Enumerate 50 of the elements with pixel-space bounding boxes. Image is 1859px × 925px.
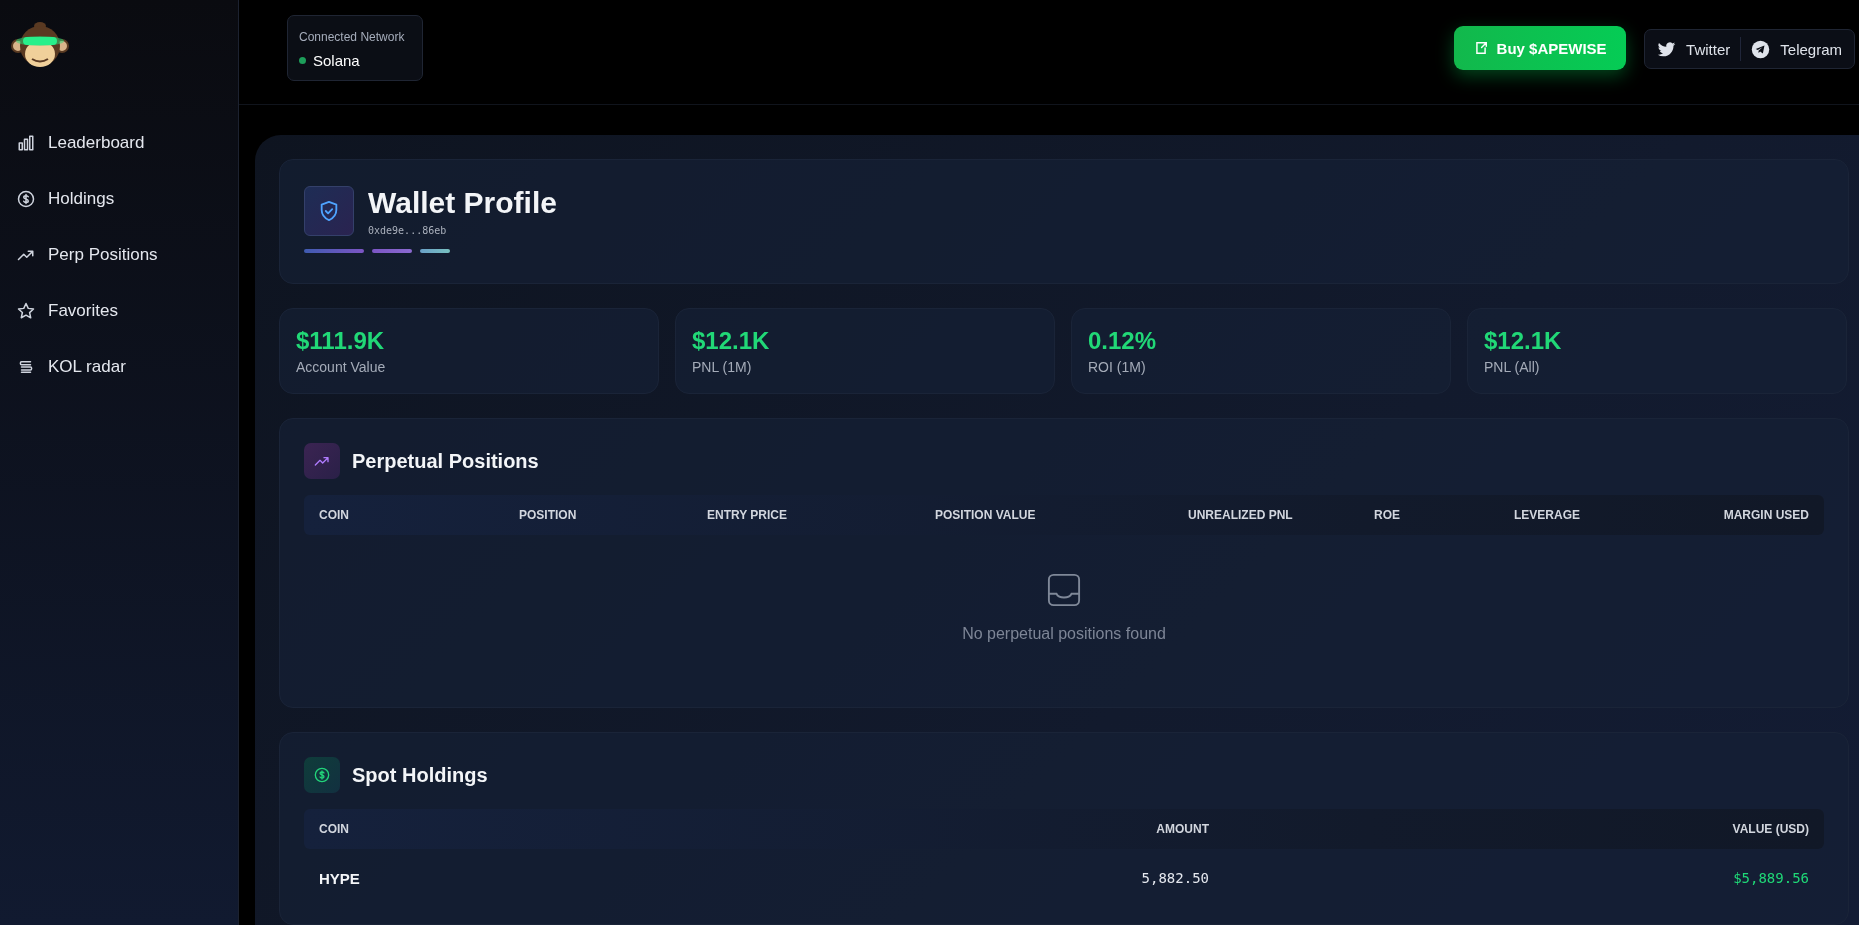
table-cell-text: 5,882.50 xyxy=(1140,870,1209,886)
bar-chart-icon xyxy=(17,134,35,152)
stat-label: Account Value xyxy=(296,359,387,375)
section-title: Perpetual Positions xyxy=(352,449,539,473)
sidebar-item[interactable]: Leaderboard xyxy=(10,115,210,171)
dollar-circle-icon xyxy=(314,767,330,783)
table-cell-text: $5,889.56 xyxy=(1732,870,1809,886)
accent-bar xyxy=(420,249,450,253)
status-dot xyxy=(299,57,306,64)
column-header: COIN xyxy=(319,508,350,522)
column-header: VALUE (USD) xyxy=(1731,822,1809,836)
column-header: POSITION xyxy=(519,508,578,522)
network-name: Solana xyxy=(313,52,360,69)
column-header: POSITION VALUE xyxy=(935,508,1037,522)
wallet-address: 0xde9e...86eb xyxy=(368,225,448,236)
shield-check-icon xyxy=(318,200,340,222)
network-label: Connected Network xyxy=(299,30,406,44)
accent-bar xyxy=(372,249,412,253)
paper-plane-icon xyxy=(1751,39,1771,59)
stat-value: $12.1K xyxy=(1484,327,1563,355)
social-link[interactable]: Twitter xyxy=(1657,39,1731,59)
sidebar-item[interactable]: KOL radar xyxy=(10,339,210,395)
wallet-title: Wallet Profile xyxy=(368,185,557,221)
inbox-icon xyxy=(1047,573,1081,607)
column-header: COIN xyxy=(319,822,350,836)
table-cell-text: HYPE xyxy=(319,869,361,887)
stat-label: ROI (1M) xyxy=(1088,359,1147,375)
empty-message: No perpetual positions found xyxy=(962,625,1166,643)
stat-value: 0.12% xyxy=(1088,327,1158,355)
stat-value: $111.9K xyxy=(296,327,386,355)
section-title: Spot Holdings xyxy=(352,763,488,787)
stack-icon xyxy=(17,358,35,376)
column-header: UNREALIZED PNL xyxy=(1188,508,1294,522)
bird-icon xyxy=(1657,39,1677,59)
social-link[interactable]: Telegram xyxy=(1751,39,1842,59)
column-header: LEVERAGE xyxy=(1514,508,1581,522)
external-link-icon xyxy=(1473,41,1488,55)
column-header: ENTRY PRICE xyxy=(707,508,788,522)
sidebar-item[interactable]: Favorites xyxy=(10,283,210,339)
stat-label: PNL (All) xyxy=(1484,359,1541,375)
sidebar-item[interactable]: Holdings xyxy=(10,171,210,227)
dollar-circle-icon xyxy=(17,190,35,208)
column-header: MARGIN USED xyxy=(1722,508,1809,522)
star-icon xyxy=(17,302,35,320)
sidebar-item[interactable]: Perp Positions xyxy=(10,227,210,283)
stat-value: $12.1K xyxy=(692,327,771,355)
column-header: ROE xyxy=(1374,508,1401,522)
column-header: AMOUNT xyxy=(1155,822,1209,836)
stat-label: PNL (1M) xyxy=(692,359,753,375)
accent-bar xyxy=(304,249,364,253)
